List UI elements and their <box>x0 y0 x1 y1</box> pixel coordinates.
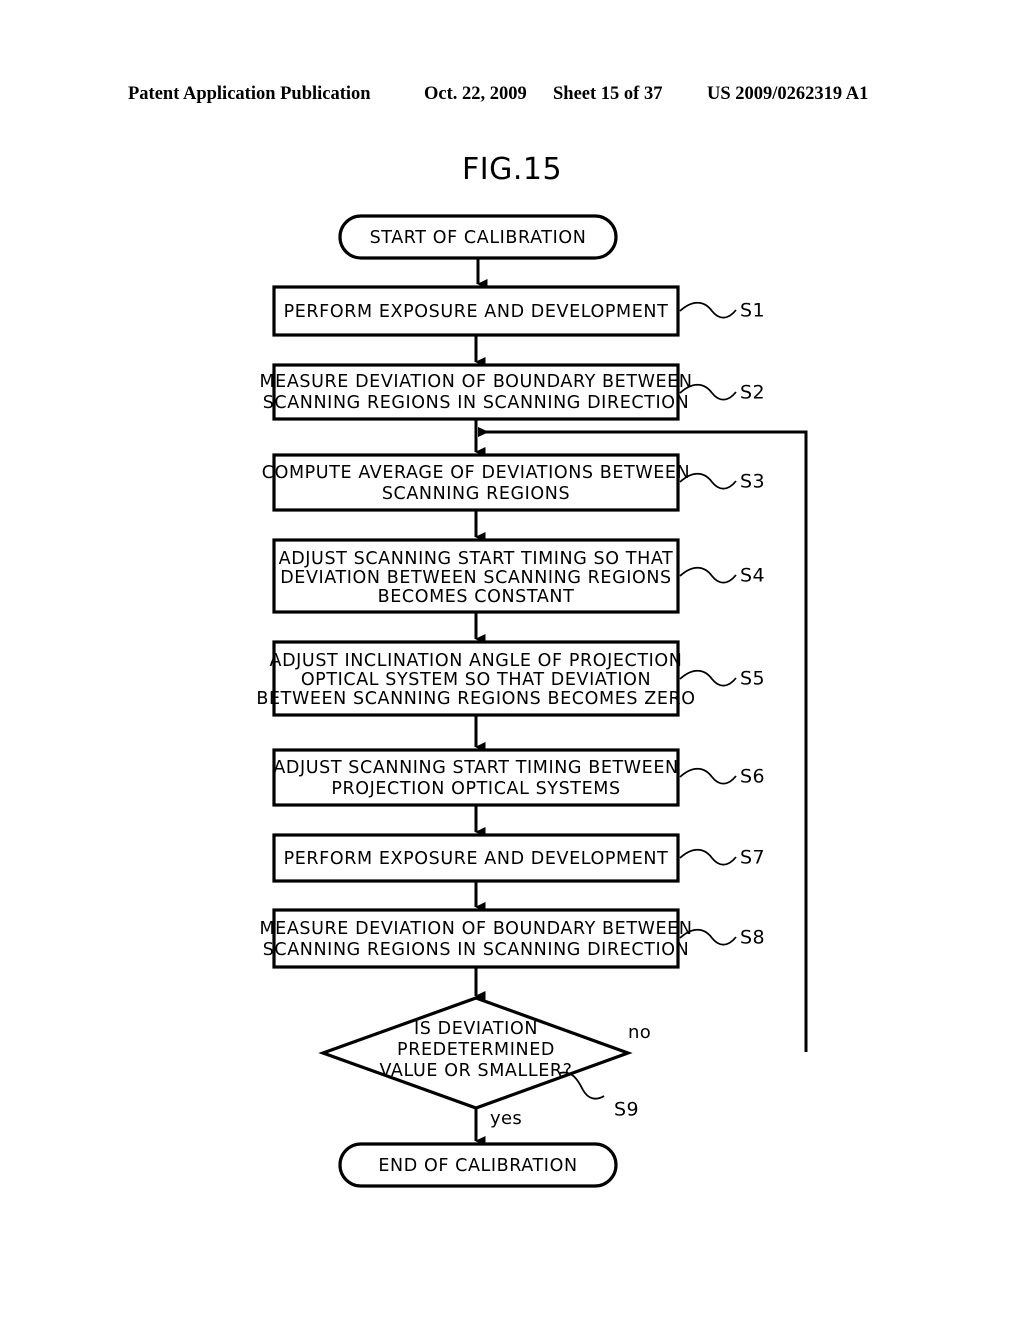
s8-label-line-2: SCANNING REGIONS IN SCANNING DIRECTION <box>263 940 690 960</box>
node-start: START OF CALIBRATION <box>338 214 618 260</box>
s1-leader-squiggle <box>679 301 737 319</box>
flowchart-diagram: START OF CALIBRATION PERFORM EXPOSURE AN… <box>256 214 808 1188</box>
s3-step-id: S3 <box>740 471 765 493</box>
node-s3: COMPUTE AVERAGE OF DEVIATIONS BETWEEN SC… <box>262 453 690 512</box>
s6-label-line-2: PROJECTION OPTICAL SYSTEMS <box>331 779 620 799</box>
s6-step-id: S6 <box>740 766 765 788</box>
s2-label-line-2: SCANNING REGIONS IN SCANNING DIRECTION <box>263 393 690 413</box>
branch-label-no: no <box>628 1022 651 1043</box>
s7-step-id: S7 <box>740 847 765 869</box>
node-s1: PERFORM EXPOSURE AND DEVELOPMENT <box>272 285 680 337</box>
s6-leader-squiggle <box>679 767 737 785</box>
s8-step-id: S8 <box>740 927 765 949</box>
s9-label-line-1: IS DEVIATION <box>414 1019 538 1039</box>
s3-label-line-2: SCANNING REGIONS <box>382 484 570 504</box>
node-s9-decision: IS DEVIATION PREDETERMINED VALUE OR SMAL… <box>318 996 633 1110</box>
s7-label-line-1: PERFORM EXPOSURE AND DEVELOPMENT <box>284 849 669 869</box>
branch-label-yes: yes <box>490 1108 522 1129</box>
s3-label-line-1: COMPUTE AVERAGE OF DEVIATIONS BETWEEN <box>262 463 690 483</box>
s4-step-id: S4 <box>740 565 765 587</box>
s5-label-line-3: BETWEEN SCANNING REGIONS BECOMES ZERO <box>256 689 695 709</box>
s2-step-id: S2 <box>740 382 765 404</box>
node-s8: MEASURE DEVIATION OF BOUNDARY BETWEEN SC… <box>259 908 692 969</box>
s1-step-id: S1 <box>740 300 765 322</box>
s4-label-line-3: BECOMES CONSTANT <box>378 587 575 607</box>
s4-label-line-2: DEVIATION BETWEEN SCANNING REGIONS <box>280 568 672 588</box>
node-end: END OF CALIBRATION <box>338 1142 618 1188</box>
s1-label-line-1: PERFORM EXPOSURE AND DEVELOPMENT <box>284 302 669 322</box>
node-s6: ADJUST SCANNING START TIMING BETWEEN PRO… <box>272 748 680 807</box>
node-s7: PERFORM EXPOSURE AND DEVELOPMENT <box>272 833 680 883</box>
s9-label-line-3: VALUE OR SMALLER? <box>379 1061 572 1081</box>
s2-label-line-1: MEASURE DEVIATION OF BOUNDARY BETWEEN <box>259 372 692 392</box>
s8-label-line-1: MEASURE DEVIATION OF BOUNDARY BETWEEN <box>259 919 692 939</box>
start-terminator-label: START OF CALIBRATION <box>370 228 587 248</box>
node-s4: ADJUST SCANNING START TIMING SO THAT DEV… <box>272 538 680 614</box>
s9-step-id: S9 <box>614 1099 639 1121</box>
s6-label-line-1: ADJUST SCANNING START TIMING BETWEEN <box>273 758 678 778</box>
s5-step-id: S5 <box>740 668 765 690</box>
s5-leader-squiggle <box>679 669 737 687</box>
node-s2: MEASURE DEVIATION OF BOUNDARY BETWEEN SC… <box>259 363 692 421</box>
s4-leader-squiggle <box>679 566 737 584</box>
end-terminator-label: END OF CALIBRATION <box>378 1156 577 1176</box>
s5-label-line-2: OPTICAL SYSTEM SO THAT DEVIATION <box>301 670 651 690</box>
s9-label-line-2: PREDETERMINED <box>397 1040 555 1060</box>
s4-label-line-1: ADJUST SCANNING START TIMING SO THAT <box>279 549 674 569</box>
s5-label-line-1: ADJUST INCLINATION ANGLE OF PROJECTION <box>270 651 683 671</box>
s7-leader-squiggle <box>679 848 737 866</box>
node-s5: ADJUST INCLINATION ANGLE OF PROJECTION O… <box>256 640 695 717</box>
